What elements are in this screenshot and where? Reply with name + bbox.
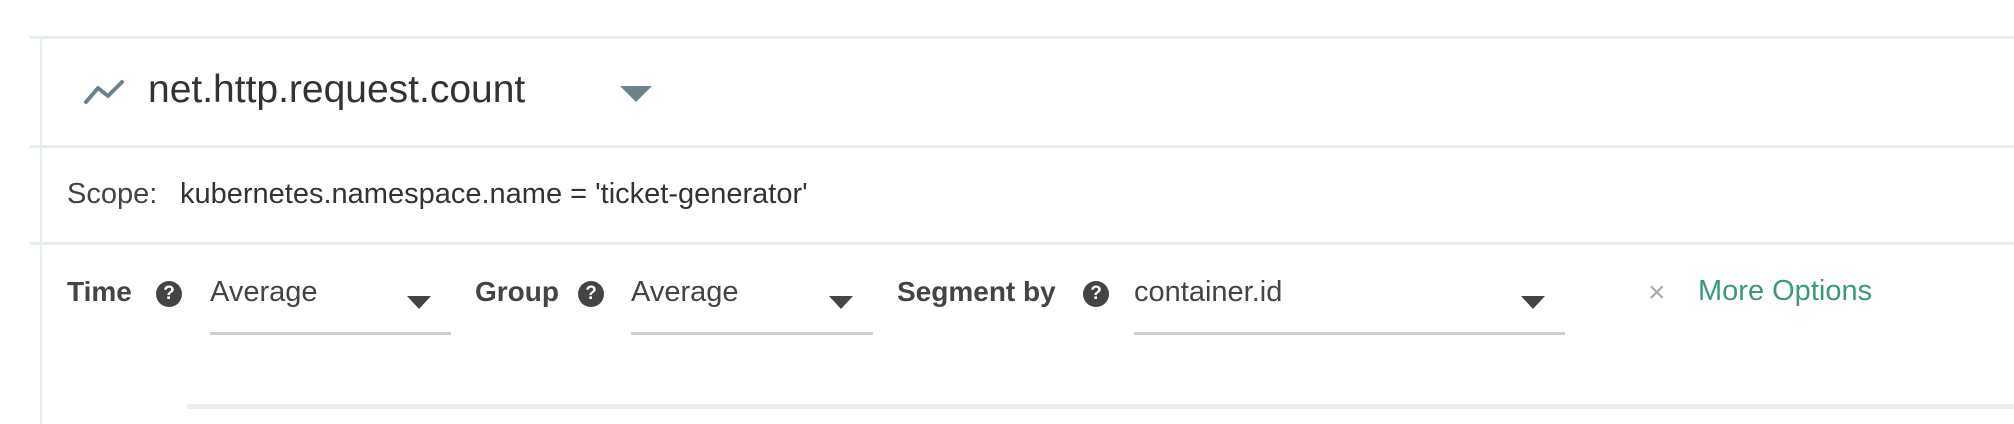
segment-label: Segment by [897,276,1056,307]
scope-divider [30,242,2014,245]
group-aggregation-select[interactable]: Average [631,274,873,335]
more-options-link[interactable]: More Options [1698,275,1872,308]
segment-by-value: container.id [1134,276,1283,308]
caret-down-icon [1521,296,1545,309]
top-divider [30,36,2014,39]
bottom-divider [187,404,2014,409]
caret-down-icon [407,296,431,309]
segment-by-select[interactable]: container.id [1134,274,1565,335]
segment-help-icon[interactable]: ? [1083,281,1109,307]
title-divider [30,145,2014,148]
scope-value[interactable]: kubernetes.namespace.name = 'ticket-gene… [180,178,808,211]
left-border [40,37,42,424]
line-chart-icon [84,80,124,104]
scope-label: Scope: [67,178,158,210]
group-help-icon[interactable]: ? [578,281,604,307]
time-aggregation-select[interactable]: Average [210,274,451,335]
group-label: Group [475,276,559,307]
time-aggregation-value: Average [210,276,318,308]
chevron-down-icon[interactable] [620,86,652,102]
time-label: Time [67,276,132,307]
metric-title[interactable]: net.http.request.count [148,68,525,112]
caret-down-icon [829,296,853,309]
time-help-icon[interactable]: ? [156,281,182,307]
clear-segment-icon[interactable]: × [1648,276,1666,310]
group-aggregation-value: Average [631,276,739,308]
